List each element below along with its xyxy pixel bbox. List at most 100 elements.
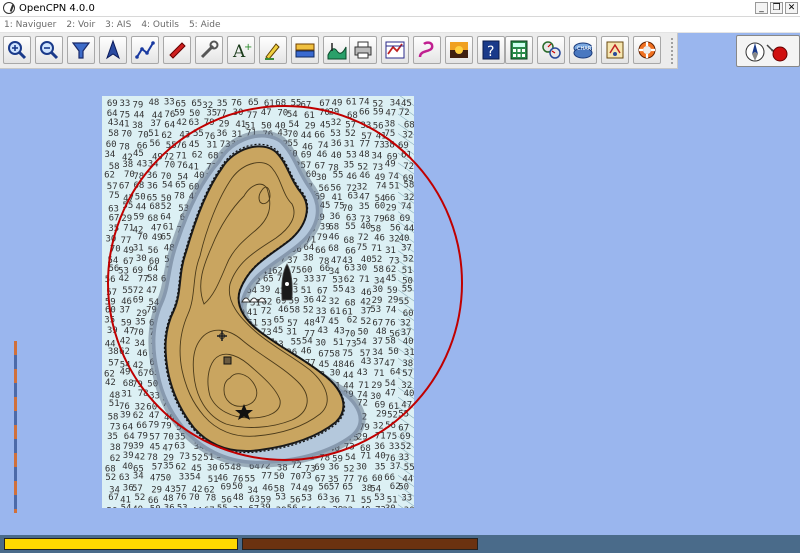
beacon-icon[interactable] <box>223 356 232 365</box>
depth-sounding: 64 <box>164 120 175 130</box>
zoom-in-button[interactable] <box>3 36 31 64</box>
depth-sounding: 52 <box>372 255 383 265</box>
mark-button[interactable] <box>163 36 191 64</box>
compass-gps-icon <box>745 42 788 62</box>
depth-sounding: 61 <box>330 307 341 317</box>
tools-button[interactable] <box>195 36 223 64</box>
depth-sounding: 47 <box>261 108 272 118</box>
zoom-out-button[interactable] <box>35 36 63 64</box>
depth-sounding: 70 <box>163 432 174 442</box>
draw-button[interactable] <box>259 36 287 64</box>
depth-sounding: 53 <box>275 493 286 503</box>
restore-button[interactable]: ❐ <box>770 2 783 14</box>
depth-sounding: 38 <box>122 160 133 170</box>
depth-sounding: 62 <box>110 454 121 464</box>
calculator-button[interactable] <box>505 36 533 64</box>
depth-sounding: 48 <box>304 319 315 329</box>
mark-icon <box>169 42 186 59</box>
depth-sounding: 57 <box>152 463 163 473</box>
logbook-icon <box>606 41 624 59</box>
depth-sounding: 32 <box>402 131 413 141</box>
man-overboard-button[interactable] <box>633 36 661 64</box>
depth-sounding: 71 <box>345 495 356 505</box>
depth-sounding: 45 <box>189 140 200 150</box>
depth-sounding: 56 <box>105 275 116 285</box>
depth-sounding: 62 <box>133 411 144 421</box>
current-button[interactable] <box>323 36 351 64</box>
depth-sounding: 37 <box>316 275 327 285</box>
depth-sounding: 37 <box>150 119 161 129</box>
depth-sounding: 55 <box>361 496 372 506</box>
window-controls: _ ❐ ✕ <box>755 2 798 14</box>
depth-sounding: 50 <box>232 482 243 492</box>
menu-bar: 1: Naviguer 2: Voir 3: AIS 4: Outils 5: … <box>0 17 800 33</box>
depth-sounding: 29 <box>371 381 382 391</box>
depth-sounding: 74 <box>376 181 387 191</box>
chart-canvas[interactable]: 69 33 79 48 33 65 65 32 35 76 65 61 68 55 67 67 49 61 74 52… <box>0 70 800 535</box>
menu-naviguer[interactable]: 1: Naviguer <box>0 20 62 30</box>
depth-sounding: 72 <box>358 233 369 243</box>
menu-outils[interactable]: 4: Outils <box>137 20 185 30</box>
depth-sounding: 31 <box>404 348 415 358</box>
depth-sounding: 58 <box>147 274 158 284</box>
depth-sounding: 34 <box>133 471 144 481</box>
wreck-icon[interactable] <box>241 297 267 304</box>
depth-sounding: 40 <box>132 505 143 515</box>
menu-aide[interactable]: 5: Aide <box>185 20 227 30</box>
help-button[interactable]: ? <box>477 36 505 64</box>
depth-sounding: 79 <box>161 422 172 432</box>
depth-sounding: 47 <box>385 388 396 398</box>
depth-sounding: 46 <box>329 233 340 243</box>
gps-compass-toolbar[interactable] <box>736 35 800 67</box>
depth-sounding: 37 <box>373 358 384 368</box>
depth-sounding: 38 <box>132 121 143 131</box>
depth-sounding: 45 <box>328 317 339 327</box>
depth-sounding: 54 <box>301 506 312 516</box>
depth-sounding: 66 <box>385 194 396 204</box>
depth-sounding: 34 <box>105 150 116 160</box>
route-manager-button[interactable] <box>381 36 409 64</box>
depth-sounding: 79 <box>137 432 148 442</box>
depth-sounding: 48 <box>233 493 244 503</box>
depth-sounding: 53 <box>346 150 357 160</box>
nautical-chart: 69 33 79 48 33 65 65 32 35 76 65 61 68 55 67 67 49 61 74 52… <box>102 96 463 516</box>
follow-ship-button[interactable] <box>99 36 127 64</box>
depth-sounding: 51 <box>402 266 413 276</box>
depth-sounding: 31 <box>344 140 355 150</box>
depth-sounding: 39 <box>260 503 271 513</box>
depth-sounding: 78 <box>205 494 216 504</box>
logbook-button[interactable] <box>601 36 629 64</box>
depth-sounding: 77 <box>359 140 370 150</box>
depth-sounding: 56 <box>287 504 298 514</box>
depth-sounding: 32 <box>400 318 411 328</box>
minimize-button[interactable]: _ <box>755 2 768 14</box>
chart-database-button[interactable]: CHART <box>569 36 597 64</box>
depth-sounding: 59 <box>133 212 144 222</box>
depth-sounding: 43 <box>357 368 368 378</box>
menu-voir[interactable]: 2: Voir <box>62 20 101 30</box>
depth-sounding: 55 <box>402 285 413 295</box>
depth-sounding: 58 <box>108 129 119 139</box>
tide-button[interactable] <box>291 36 319 64</box>
close-button[interactable]: ✕ <box>785 2 798 14</box>
depth-sounding: 49 <box>120 367 131 377</box>
track-button[interactable] <box>413 36 441 64</box>
color-scheme-icon <box>450 42 468 58</box>
route-button[interactable] <box>131 36 159 64</box>
depth-sounding: 39 <box>260 285 271 295</box>
depth-sounding: 46 <box>344 360 355 370</box>
depth-sounding: 43 <box>317 326 328 336</box>
dashboard-button[interactable] <box>537 36 565 64</box>
print-button[interactable] <box>349 36 377 64</box>
depth-sounding: 36 <box>147 181 158 191</box>
menu-ais[interactable]: 3: AIS <box>101 20 137 30</box>
chart-quilt-button[interactable] <box>67 36 95 64</box>
depth-sounding: 64 <box>147 264 158 274</box>
zoom-out-icon <box>40 41 59 60</box>
depth-sounding: 36 <box>164 503 175 513</box>
color-scheme-button[interactable] <box>445 36 473 64</box>
text-annotation-button[interactable]: A + <box>227 36 255 64</box>
depth-sounding: 54 <box>162 181 173 191</box>
depth-sounding: 52 <box>192 454 203 464</box>
toolbar-grip[interactable] <box>670 37 674 65</box>
